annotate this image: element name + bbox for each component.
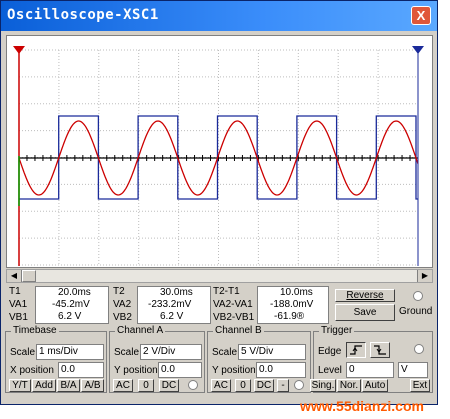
va-diff-value: -188.0mV <box>270 299 314 310</box>
vb1-value: 6.2 V <box>58 311 82 322</box>
x-position-label: X position <box>10 365 54 376</box>
channel-b-radio[interactable] <box>294 380 304 390</box>
channel-b-zero-button[interactable]: 0 <box>235 379 251 392</box>
channel-a-dc-button[interactable]: DC <box>159 379 179 392</box>
channel-b-minus-button[interactable]: - <box>277 379 289 392</box>
trigger-group: Trigger Edge Level 0 V Sing. Nor. Auto E… <box>310 325 433 393</box>
t2-time: 30.0ms <box>160 287 193 298</box>
trigger-level-field[interactable]: 0 <box>346 362 394 378</box>
channel-a-scale-label: Scale <box>114 347 140 358</box>
oscilloscope-window: Oscilloscope-XSC1 X ◀ ▶ T1 VA1 VB1 20.0m… <box>0 0 438 405</box>
channel-b-scale-label: Scale <box>212 347 238 358</box>
channel-a-group: Channel A Scale 2 V/Div Y position 0.0 A… <box>109 325 205 393</box>
diff-label: T2-T1 <box>213 286 240 297</box>
ground-radio[interactable] <box>413 291 423 301</box>
title-bar[interactable]: Oscilloscope-XSC1 X <box>1 1 437 31</box>
rising-edge-button[interactable] <box>346 342 366 358</box>
scope-display <box>13 46 424 266</box>
trigger-title: Trigger <box>319 325 355 336</box>
va2-label: VA2 <box>113 299 132 310</box>
grid <box>18 49 419 266</box>
timebase-scale-label: Scale <box>10 347 36 358</box>
channel-b-dc-button[interactable]: DC <box>254 379 274 392</box>
t1-values: 20.0ms -45.2mV 6.2 V <box>35 286 109 324</box>
trigger-single-button[interactable]: Sing. <box>310 379 336 392</box>
trigger-unit-field[interactable]: V <box>398 362 428 378</box>
va2-value: -233.2mV <box>148 299 192 310</box>
trigger-radio[interactable] <box>414 344 424 354</box>
cursor-t1-readout: T1 VA1 VB1 20.0ms -45.2mV 6.2 V <box>9 286 109 326</box>
t2-label: T2 <box>113 286 125 297</box>
timebase-title: Timebase <box>11 325 59 336</box>
trigger-auto-button[interactable]: Auto <box>362 379 388 392</box>
trigger-ext-button[interactable]: Ext <box>410 379 430 392</box>
channel-a-title: Channel A <box>115 325 166 336</box>
ground-label: Ground <box>399 306 433 317</box>
trigger-edge-label: Edge <box>318 346 342 357</box>
trigger-normal-button[interactable]: Nor. <box>337 379 361 392</box>
channel-a-scale-field[interactable]: 2 V/Div <box>140 344 202 360</box>
trigger-level-label: Level <box>318 365 342 376</box>
timebase-group: Timebase Scale 1 ms/Div X position 0.0 Y… <box>5 325 107 393</box>
reverse-button[interactable]: Reverse <box>335 289 395 302</box>
t2-values: 30.0ms -233.2mV 6.2 V <box>137 286 211 324</box>
falling-edge-icon <box>374 345 386 355</box>
save-button[interactable]: Save <box>335 304 395 321</box>
scroll-right-icon[interactable]: ▶ <box>417 270 432 282</box>
channel-a-radio[interactable] <box>188 380 198 390</box>
channel-b-ac-button[interactable]: AC <box>211 379 231 392</box>
scroll-left-icon[interactable]: ◀ <box>7 270 22 282</box>
channel-b-group: Channel B Scale 5 V/Div Y position 0.0 A… <box>207 325 311 393</box>
vb-diff-label: VB2-VB1 <box>213 312 255 323</box>
channel-b-ypos-field[interactable]: 0.0 <box>256 362 306 378</box>
window-title: Oscilloscope-XSC1 <box>7 7 159 23</box>
channel-a-ac-button[interactable]: AC <box>113 379 133 392</box>
va1-value: -45.2mV <box>52 299 90 310</box>
vb2-label: VB2 <box>113 312 132 323</box>
cursor-t1-handle[interactable] <box>13 46 25 54</box>
vb-diff-value: -61.9® <box>274 311 305 322</box>
cursor-t2-handle[interactable] <box>412 46 424 54</box>
mode-ab-button[interactable]: A/B <box>81 379 104 392</box>
channel-b-title: Channel B <box>213 325 264 336</box>
diff-time: 10.0ms <box>280 287 313 298</box>
va-diff-label: VA2-VA1 <box>213 299 253 310</box>
channel-b-ypos-label: Y position <box>212 365 256 376</box>
mode-add-button[interactable]: Add <box>32 379 56 392</box>
falling-edge-button[interactable] <box>370 342 390 358</box>
mode-ba-button[interactable]: B/A <box>57 379 80 392</box>
channel-a-zero-button[interactable]: 0 <box>138 379 154 392</box>
t1-time: 20.0ms <box>58 287 91 298</box>
scope-screen[interactable] <box>6 35 433 268</box>
vb2-value: 6.2 V <box>160 311 184 322</box>
close-button[interactable]: X <box>411 6 431 25</box>
cursor-t2-readout: T2 VA2 VB2 30.0ms -233.2mV 6.2 V <box>113 286 213 326</box>
channel-a-ypos-field[interactable]: 0.0 <box>158 362 202 378</box>
diff-values: 10.0ms -188.0mV -61.9® <box>257 286 329 324</box>
channel-b-scale-field[interactable]: 5 V/Div <box>238 344 306 360</box>
mode-yt-button[interactable]: Y/T <box>9 379 31 392</box>
t1-label: T1 <box>9 286 21 297</box>
cursor-diff-readout: T2-T1 VA2-VA1 VB2-VB1 10.0ms -188.0mV -6… <box>213 286 333 326</box>
watermark: www.55dianzi.com <box>300 398 424 414</box>
timebase-scale-field[interactable]: 1 ms/Div <box>36 344 104 360</box>
va1-label: VA1 <box>9 299 28 310</box>
vb1-label: VB1 <box>9 312 28 323</box>
channel-a-ypos-label: Y position <box>114 365 158 376</box>
x-position-field[interactable]: 0.0 <box>58 362 104 378</box>
scroll-thumb[interactable] <box>22 270 36 282</box>
rising-edge-icon <box>350 345 362 355</box>
time-scrollbar[interactable]: ◀ ▶ <box>6 269 433 283</box>
